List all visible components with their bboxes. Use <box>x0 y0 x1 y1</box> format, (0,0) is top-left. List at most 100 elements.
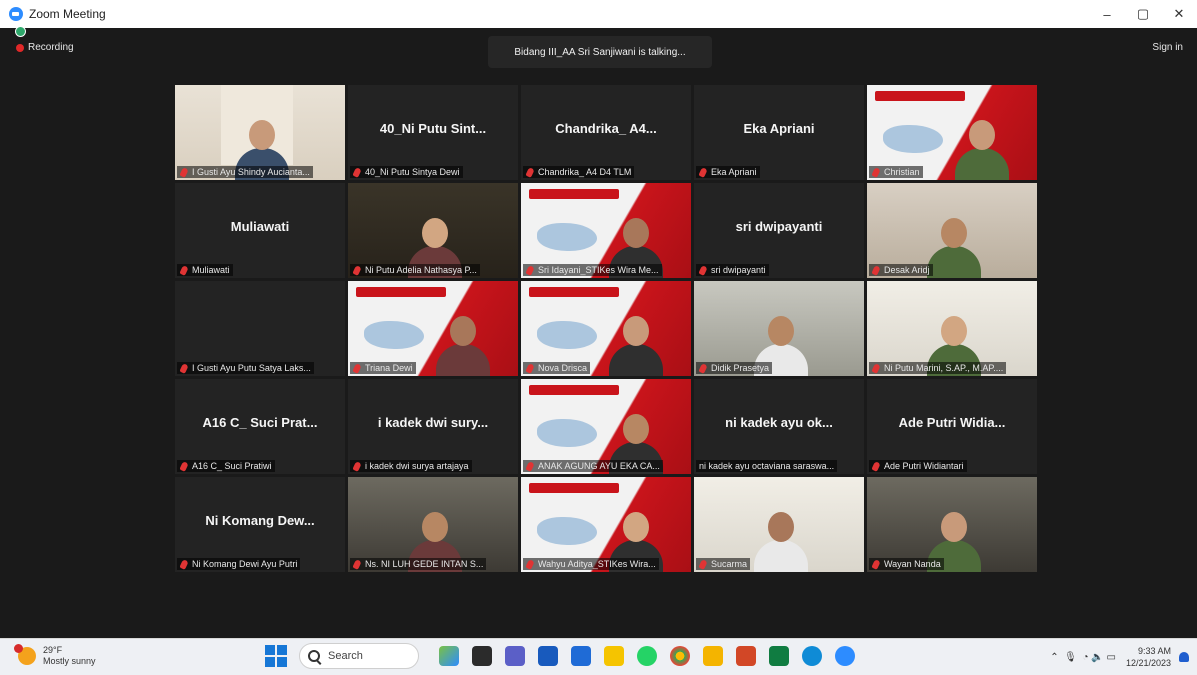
participant-tile[interactable]: A16 C_ Suci Prat... A16 C_ Suci Pratiwi <box>175 379 345 474</box>
windows-start-icon[interactable] <box>265 645 287 667</box>
participant-tile[interactable]: Didik Prasetya <box>694 281 864 376</box>
weather-widget[interactable]: 29°F Mostly sunny <box>14 644 96 667</box>
clock-time: 9:33 AM <box>1137 646 1171 656</box>
participant-name-label: Didik Prasetya <box>696 362 773 374</box>
participant-tile[interactable]: I Gusti Ayu Shindy Aucianta... <box>175 85 345 180</box>
participant-tile[interactable]: Ni Komang Dew... Ni Komang Dewi Ayu Putri <box>175 477 345 572</box>
search-icon <box>308 650 320 662</box>
security-shield-icon[interactable] <box>15 26 26 37</box>
participant-display-name: ni kadek ayu ok... <box>725 415 833 430</box>
participant-tile[interactable]: Nova Drisca <box>521 281 691 376</box>
battery-icon[interactable]: ▭ <box>1107 652 1116 663</box>
participant-name-label: Ni Putu Adelia Nathasya P... <box>350 264 480 276</box>
mic-icon[interactable]: 🎙 <box>1064 652 1077 663</box>
participant-display-name: Chandrika_ A4... <box>555 121 657 136</box>
task-view-icon[interactable] <box>472 646 492 666</box>
folder-icon[interactable] <box>703 646 723 666</box>
participant-tile[interactable]: Christian <box>867 85 1037 180</box>
taskbar: 29°F Mostly sunny Search ⌃ 🎙 ◔ 🔈 ▭ 9:33 … <box>0 638 1197 675</box>
participant-name-label: Ni Putu Marini, S.AP., M.AP.... <box>869 362 1007 374</box>
powerpoint-icon[interactable] <box>736 646 756 666</box>
participant-tile[interactable]: Sucarma <box>694 477 864 572</box>
participant-figure <box>436 316 490 376</box>
participant-tile[interactable]: Ni Putu Adelia Nathasya P... <box>348 183 518 278</box>
recording-label: Recording <box>28 42 74 53</box>
participant-name-label: Muliawati <box>177 264 233 276</box>
excel-icon[interactable] <box>769 646 789 666</box>
participant-tile[interactable]: I Gusti Ayu Putu Satya Laks... <box>175 281 345 376</box>
participant-tile[interactable]: Muliawati Muliawati <box>175 183 345 278</box>
notification-bell-icon[interactable] <box>1179 652 1189 662</box>
participant-name-label: Christian <box>869 166 923 178</box>
chevron-up-icon[interactable]: ⌃ <box>1050 652 1058 663</box>
teams-icon[interactable] <box>505 646 525 666</box>
system-tray: ⌃ 🎙 ◔ 🔈 ▭ 9:33 AM 12/21/2023 <box>1050 645 1189 669</box>
participant-display-name: Eka Apriani <box>743 121 815 136</box>
participant-name-label: Sri Idayani_STIKes Wira Me... <box>523 264 662 276</box>
participant-tile[interactable]: Desak Aridj <box>867 183 1037 278</box>
participant-tile[interactable]: Ade Putri Widia... Ade Putri Widiantari <box>867 379 1037 474</box>
participant-display-name: i kadek dwi sury... <box>377 415 489 430</box>
participant-figure <box>955 120 1009 180</box>
participant-tile[interactable]: ni kadek ayu ok... ni kadek ayu octaviana… <box>694 379 864 474</box>
participant-name-label: Wahyu Aditya_STIKes Wira... <box>523 558 659 570</box>
participant-tile[interactable]: Sri Idayani_STIKes Wira Me... <box>521 183 691 278</box>
participant-tile[interactable]: 40_Ni Putu Sint... 40_Ni Putu Sintya Dewi <box>348 85 518 180</box>
file-explorer-icon[interactable] <box>604 646 624 666</box>
widgets-icon[interactable] <box>439 646 459 666</box>
whatsapp-icon[interactable] <box>637 646 657 666</box>
clock-date: 12/21/2023 <box>1125 658 1171 668</box>
participant-tile[interactable]: Wayan Nanda <box>867 477 1037 572</box>
search-label: Search <box>328 650 363 662</box>
participant-tile[interactable]: Ns. NI LUH GEDE INTAN S... <box>348 477 518 572</box>
participant-tile[interactable]: i kadek dwi sury... i kadek dwi surya art… <box>348 379 518 474</box>
participant-name-label: Sucarma <box>696 558 751 570</box>
wifi-icon[interactable]: ◔ <box>1082 652 1088 663</box>
participant-name-label: Desak Aridj <box>869 264 933 276</box>
volume-icon[interactable]: 🔈 <box>1091 652 1103 663</box>
participant-name-label: Chandrika_ A4 D4 TLM <box>523 166 635 178</box>
active-speaker-banner: Bidang III_AA Sri Sanjiwani is talking..… <box>488 36 712 68</box>
word-icon[interactable] <box>538 646 558 666</box>
participant-name-label: ni kadek ayu octaviana saraswa... <box>696 460 838 472</box>
close-button[interactable]: ✕ <box>1161 0 1197 28</box>
notification-badge <box>14 644 23 653</box>
zoom-app-icon <box>9 7 23 21</box>
taskbar-search[interactable]: Search <box>299 643 419 669</box>
store-icon[interactable] <box>571 646 591 666</box>
participant-name-label: ANAK AGUNG AYU EKA CA... <box>523 460 663 472</box>
participant-figure <box>609 316 663 376</box>
participant-figure <box>927 218 981 278</box>
chrome-icon[interactable] <box>670 646 690 666</box>
weather-sun-icon <box>14 644 36 665</box>
participant-tile[interactable]: ANAK AGUNG AYU EKA CA... <box>521 379 691 474</box>
participant-display-name: sri dwipayanti <box>735 219 823 234</box>
participant-name-label: Eka Apriani <box>696 166 760 178</box>
participant-name-label: sri dwipayanti <box>696 264 769 276</box>
taskbar-apps: Search <box>265 643 868 669</box>
participant-tile[interactable]: Triana Dewi <box>348 281 518 376</box>
zoom-taskbar-icon[interactable] <box>835 646 855 666</box>
participant-name-label: A16 C_ Suci Pratiwi <box>177 460 275 472</box>
restore-button[interactable]: ▢ <box>1125 0 1161 28</box>
window-title: Zoom Meeting <box>29 7 106 21</box>
weather-temp: 29°F <box>43 645 63 655</box>
participant-name-label: Wayan Nanda <box>869 558 944 570</box>
participant-name-label: Ni Komang Dewi Ayu Putri <box>177 558 301 570</box>
sign-in-link[interactable]: Sign in <box>1152 42 1183 53</box>
weather-desc: Mostly sunny <box>43 656 96 666</box>
participant-tile[interactable]: Eka Apriani Eka Apriani <box>694 85 864 180</box>
recording-indicator[interactable]: Recording <box>16 42 74 53</box>
participant-tile[interactable]: sri dwipayanti sri dwipayanti <box>694 183 864 278</box>
participant-name-label: i kadek dwi surya artajaya <box>350 460 472 472</box>
clock[interactable]: 9:33 AM 12/21/2023 <box>1126 645 1171 669</box>
participant-tile[interactable]: Chandrika_ A4... Chandrika_ A4 D4 TLM <box>521 85 691 180</box>
participant-tile[interactable]: Wahyu Aditya_STIKes Wira... <box>521 477 691 572</box>
recording-icon <box>16 43 24 52</box>
participant-name-label: Ade Putri Widiantari <box>869 460 967 472</box>
participant-display-name: Ni Komang Dew... <box>205 513 315 528</box>
participant-tile[interactable]: Ni Putu Marini, S.AP., M.AP.... <box>867 281 1037 376</box>
participant-name-label: Ns. NI LUH GEDE INTAN S... <box>350 558 487 570</box>
minimize-button[interactable]: – <box>1089 0 1125 28</box>
edge-icon[interactable] <box>802 646 822 666</box>
